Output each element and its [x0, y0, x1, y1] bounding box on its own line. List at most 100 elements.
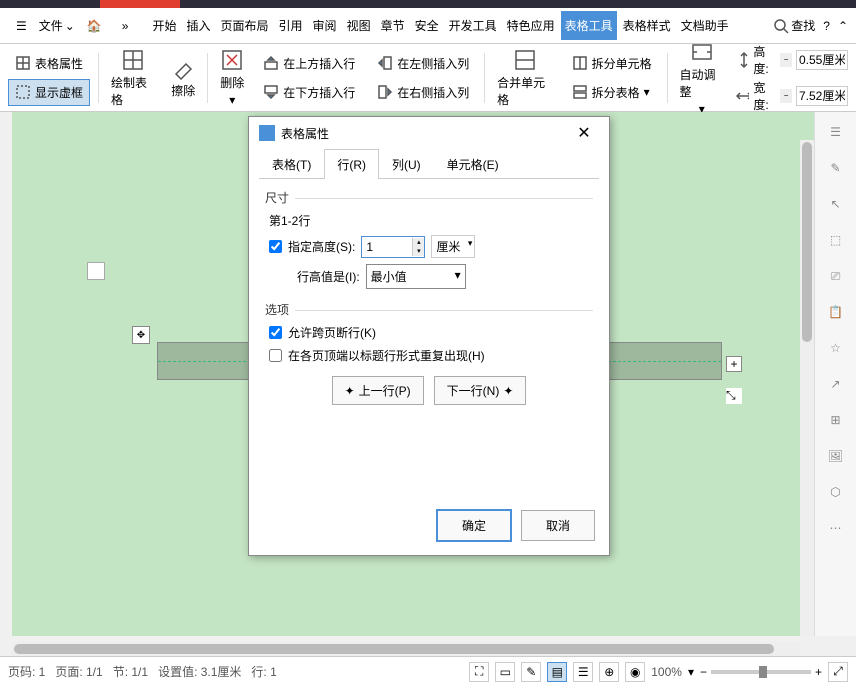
view-web-button[interactable]: ⊕ — [599, 662, 619, 682]
prev-row-button[interactable]: ✦上一行(P) — [332, 376, 424, 405]
file-menu[interactable]: 文件 ⌄ — [39, 17, 75, 34]
delete-button[interactable]: 删除▾ — [216, 44, 248, 111]
width-decrease-button[interactable]: − — [780, 89, 792, 103]
overflow-icon[interactable]: » — [114, 15, 137, 37]
dialog-tab-column[interactable]: 列(U) — [379, 149, 434, 179]
spinner-up-button[interactable]: ▴ — [412, 238, 424, 247]
tab-view[interactable]: 视图 — [343, 11, 375, 40]
row-height-mode-select[interactable]: 最小值▾ — [366, 264, 466, 289]
dialog-titlebar[interactable]: 表格属性 ✕ — [249, 117, 609, 149]
zoom-value[interactable]: 100% — [651, 665, 682, 679]
repeat-header-checkbox[interactable] — [269, 349, 282, 362]
view-eye-button[interactable]: ◉ — [625, 662, 645, 682]
row-range-label: 第1-2行 — [269, 212, 593, 229]
ok-button[interactable]: 确定 — [437, 510, 511, 541]
tab-reference[interactable]: 引用 — [275, 11, 307, 40]
view-outline-button[interactable]: ☰ — [573, 662, 593, 682]
tab-insert[interactable]: 插入 — [183, 11, 215, 40]
tab-table-style[interactable]: 表格样式 — [619, 11, 675, 40]
page-indicator-icon[interactable] — [87, 262, 105, 280]
help-icon[interactable]: ? — [823, 19, 830, 33]
tab-table-tools[interactable]: 表格工具 — [561, 11, 617, 40]
table-add-button[interactable]: + — [726, 356, 742, 372]
tab-start[interactable]: 开始 — [148, 11, 180, 40]
view-page-button[interactable]: ▤ — [547, 662, 567, 682]
show-gridlines-button[interactable]: 显示虚框 — [8, 79, 90, 106]
settings-icon[interactable]: ⎚ — [824, 264, 848, 288]
share-icon[interactable]: ↗ — [824, 372, 848, 396]
vertical-scrollbar[interactable] — [800, 140, 814, 636]
zoom-thumb[interactable] — [759, 666, 767, 678]
clipboard-icon[interactable]: 📋 — [824, 300, 848, 324]
zoom-in-button[interactable]: + — [815, 665, 822, 679]
spinner-down-button[interactable]: ▾ — [412, 247, 424, 256]
image-icon[interactable]: 🖼 — [824, 444, 848, 468]
fit-button[interactable]: ⤢ — [828, 662, 848, 682]
insert-row-above-button[interactable]: 在上方插入行 — [256, 50, 362, 77]
allow-break-checkbox[interactable] — [269, 326, 282, 339]
height-value-input[interactable]: ▴▾ — [361, 236, 425, 258]
merge-cells-button[interactable]: 合并单元格 — [493, 44, 556, 112]
tab-security[interactable]: 安全 — [411, 11, 443, 40]
auto-adjust-button[interactable]: 自动调整▾ — [676, 36, 728, 120]
view-read-button[interactable]: ▭ — [495, 662, 515, 682]
dialog-tab-cell[interactable]: 单元格(E) — [434, 149, 512, 179]
split-table-button[interactable]: 拆分表格▾ — [565, 79, 659, 106]
specify-height-checkbox[interactable] — [269, 240, 282, 253]
search-button[interactable]: 查找 — [773, 17, 815, 34]
status-row[interactable]: 行: 1 — [251, 663, 276, 680]
vertical-scroll-thumb[interactable] — [802, 142, 812, 342]
eraser-button[interactable]: 擦除 — [167, 52, 199, 103]
draw-table-button[interactable]: 绘制表格 — [107, 44, 159, 112]
tab-chapter[interactable]: 章节 — [377, 11, 409, 40]
horizontal-scrollbar[interactable] — [12, 642, 800, 656]
height-decrease-button[interactable]: − — [780, 53, 792, 67]
view-fullscreen-button[interactable]: ⛶ — [469, 662, 489, 682]
row-height-mode-label: 行高值是(I): — [297, 268, 360, 285]
cursor-icon[interactable]: ↖ — [824, 192, 848, 216]
insert-col-right-button[interactable]: 在右侧插入列 — [370, 79, 476, 106]
status-page-num[interactable]: 页码: 1 — [8, 663, 45, 680]
status-page[interactable]: 页面: 1/1 — [55, 663, 102, 680]
more-icon[interactable]: ⋯ — [824, 516, 848, 540]
zoom-out-button[interactable]: − — [700, 665, 707, 679]
chevron-up-icon[interactable]: ⌃ — [838, 19, 848, 33]
table-move-handle[interactable]: ✥ — [132, 326, 150, 344]
next-row-button[interactable]: 下一行(N)✦ — [434, 376, 527, 405]
insert-col-left-button[interactable]: 在左侧插入列 — [370, 50, 476, 77]
horizontal-scroll-thumb[interactable] — [14, 644, 774, 654]
status-section[interactable]: 节: 1/1 — [113, 663, 148, 680]
home-icon[interactable]: 🏠 — [79, 15, 110, 37]
file-menu-label: 文件 — [39, 17, 63, 34]
width-value[interactable] — [797, 87, 847, 105]
zoom-track[interactable] — [711, 670, 811, 674]
height-value[interactable] — [797, 51, 847, 69]
split-cells-button[interactable]: 拆分单元格 — [565, 50, 659, 77]
selection-icon[interactable]: ⬚ — [824, 228, 848, 252]
status-ruler[interactable]: 设置值: 3.1厘米 — [158, 663, 241, 680]
star-icon[interactable]: ☆ — [824, 336, 848, 360]
window-tab[interactable] — [100, 0, 180, 8]
tab-special[interactable]: 特色应用 — [503, 11, 559, 40]
height-value-field[interactable] — [362, 237, 412, 257]
tab-layout[interactable]: 页面布局 — [217, 11, 273, 40]
dialog-tab-row[interactable]: 行(R) — [324, 149, 379, 179]
height-input[interactable] — [796, 50, 848, 70]
tab-devtools[interactable]: 开发工具 — [445, 11, 501, 40]
tools-icon[interactable]: ⊞ — [824, 408, 848, 432]
collapse-icon[interactable]: ☰ — [824, 120, 848, 144]
edit-pencil-icon[interactable]: ✎ — [824, 156, 848, 180]
hamburger-menu-icon[interactable]: ☰ — [8, 15, 35, 37]
tab-review[interactable]: 审阅 — [309, 11, 341, 40]
cube-icon[interactable]: ⬡ — [824, 480, 848, 504]
table-resize-handle[interactable]: ⤡ — [726, 388, 742, 404]
view-edit-button[interactable]: ✎ — [521, 662, 541, 682]
cancel-button[interactable]: 取消 — [521, 510, 595, 541]
zoom-slider[interactable]: − + — [700, 665, 822, 679]
width-input[interactable] — [796, 86, 848, 106]
table-properties-button[interactable]: 表格属性 — [8, 50, 90, 77]
dialog-tab-table[interactable]: 表格(T) — [259, 149, 324, 179]
close-button[interactable]: ✕ — [569, 118, 599, 148]
unit-dropdown[interactable]: 厘米 — [431, 235, 475, 258]
insert-row-below-button[interactable]: 在下方插入行 — [256, 79, 362, 106]
